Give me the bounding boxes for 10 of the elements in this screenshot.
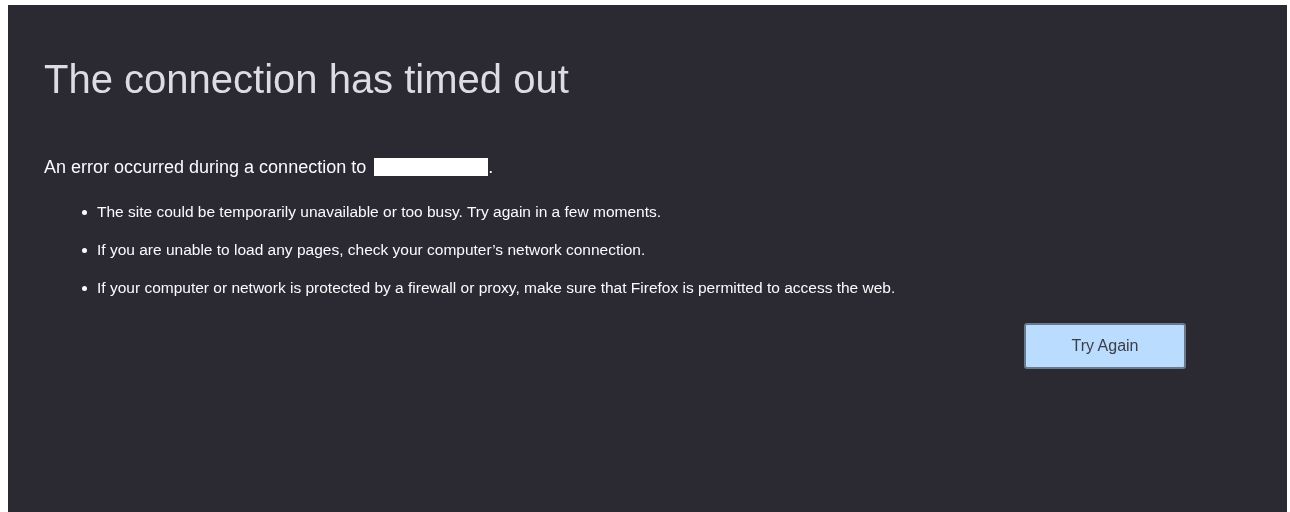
error-title: The connection has timed out xyxy=(44,56,570,103)
reason-text: The site could be temporarily unavailable or too busy. Try again in a few moments. xyxy=(97,202,663,222)
bullet-icon xyxy=(82,210,87,215)
bullet-icon xyxy=(82,248,87,253)
reason-text: If your computer or network is protected by a firewall or proxy, make sure that Firefox is permitted to access the web. xyxy=(97,278,897,298)
error-message: An error occurred during a connection to xyxy=(44,156,367,179)
sentence-period: . xyxy=(488,156,494,179)
bullet-icon xyxy=(82,286,87,291)
reason-text: If you are unable to load any pages, check your computer’s network connection. xyxy=(97,240,647,260)
try-again-button[interactable]: Try Again xyxy=(1024,323,1186,369)
